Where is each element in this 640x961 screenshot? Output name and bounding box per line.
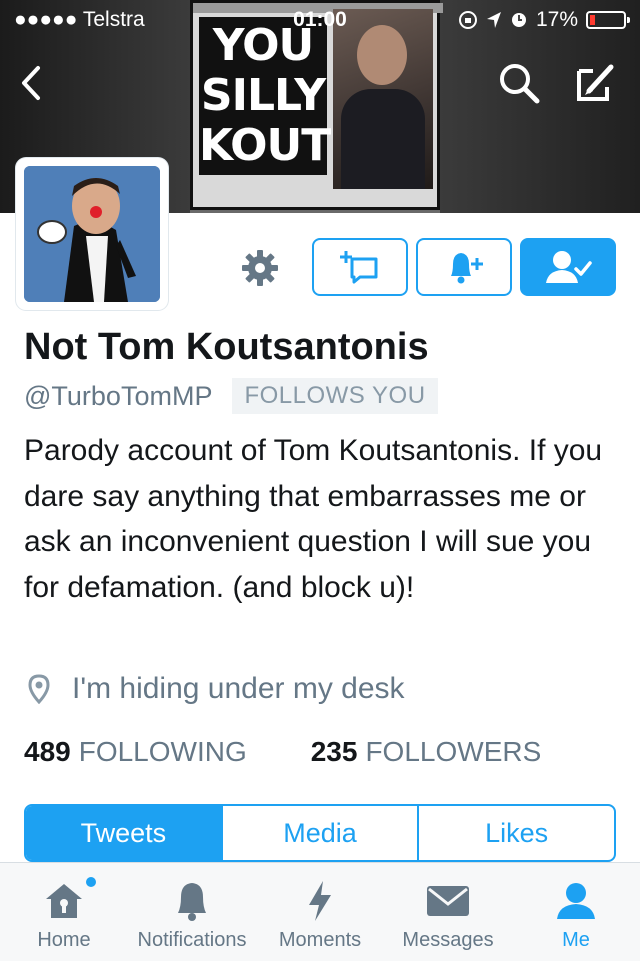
tabbar-label-me: Me (562, 929, 590, 951)
tabbar-item-me[interactable]: Me (512, 863, 640, 961)
add-to-list-button[interactable] (312, 238, 408, 296)
tabbar-item-home[interactable]: Home (0, 863, 128, 961)
location-label: I'm hiding under my desk (72, 672, 405, 705)
battery-percent: 17% (535, 8, 578, 31)
handle-row: @TurboTomMP FOLLOWS YOU (24, 378, 438, 414)
notifications-toggle-button[interactable] (416, 238, 512, 296)
tab-tweets[interactable]: Tweets (26, 806, 221, 860)
location-pin-icon (28, 674, 50, 704)
tab-likes[interactable]: Likes (417, 806, 614, 860)
profile-actions (0, 238, 640, 298)
battery-icon (586, 11, 630, 29)
rotation-lock-icon (458, 11, 477, 29)
back-button[interactable] (6, 58, 56, 108)
tabbar-item-messages[interactable]: Messages (384, 863, 512, 961)
status-bar: ●●●●● Telstra 01:00 17% (0, 0, 640, 40)
tabbar-label-notifications: Notifications (137, 929, 247, 951)
banner-headline: YOU SILLY KOUT (199, 17, 331, 175)
user-check-icon (546, 251, 592, 283)
status-right: 17% (458, 8, 630, 32)
person-icon (557, 883, 595, 919)
following-label: FOLLOWING (78, 736, 247, 767)
profile-handle: @TurboTomMP (24, 380, 213, 411)
alarm-icon (511, 13, 526, 27)
profile-location: I'm hiding under my desk (28, 672, 405, 706)
following-count: 489 (24, 736, 71, 767)
battery-fill (590, 15, 595, 25)
envelope-icon-wrap (425, 879, 471, 923)
bell-icon (178, 883, 206, 921)
bell-plus-icon (451, 253, 483, 284)
following-stat[interactable]: 489 FOLLOWING (24, 736, 247, 768)
location-arrow-icon (486, 12, 501, 28)
tabbar-label-messages: Messages (402, 929, 494, 951)
profile-bio: Parody account of Tom Koutsantonis. If y… (24, 434, 603, 604)
tab-media[interactable]: Media (220, 806, 418, 860)
compose-button[interactable] (570, 58, 620, 108)
home-unread-dot (86, 877, 96, 887)
chevron-left-icon (22, 66, 40, 100)
followers-label: FOLLOWERS (365, 736, 542, 767)
bell-icon-wrap (172, 879, 212, 923)
profile-tabs: Tweets Media Likes (24, 804, 616, 862)
compose-icon (577, 64, 614, 101)
following-button[interactable] (520, 238, 616, 296)
lightning-icon-wrap (305, 879, 335, 923)
home-icon-wrap (42, 879, 86, 923)
envelope-icon (427, 886, 469, 916)
bottom-tab-bar: Home Notifications Moments Messages Me (0, 862, 640, 961)
gear-icon (242, 250, 278, 286)
lightning-icon (309, 881, 331, 921)
follows-you-badge: FOLLOWS YOU (232, 378, 438, 414)
tabbar-label-moments: Moments (278, 929, 362, 951)
person-icon-wrap (555, 879, 597, 923)
profile-name: Not Tom Koutsantonis (24, 326, 429, 368)
add-to-list-icon (340, 251, 378, 284)
followers-stat[interactable]: 235 FOLLOWERS (311, 736, 542, 768)
tabbar-label-home: Home (37, 929, 91, 951)
search-icon (500, 64, 540, 104)
tabbar-item-moments[interactable]: Moments (256, 863, 384, 961)
followers-count: 235 (310, 736, 358, 767)
search-button[interactable] (494, 58, 544, 108)
home-icon (46, 884, 82, 918)
banner-photo-suit (341, 89, 425, 189)
settings-button[interactable] (236, 248, 284, 288)
profile-stats: 489 FOLLOWING 235 FOLLOWERS (24, 736, 541, 768)
tabbar-item-notifications[interactable]: Notifications (128, 863, 256, 961)
